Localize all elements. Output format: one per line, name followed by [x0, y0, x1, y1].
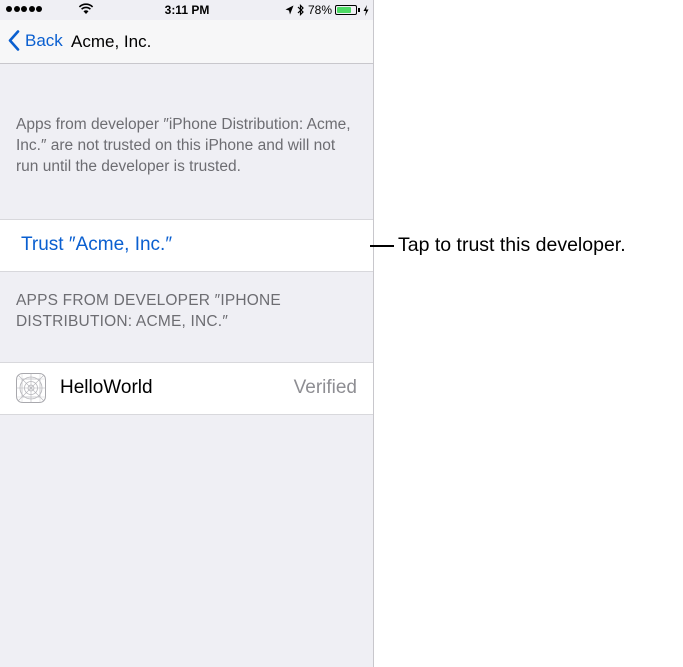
apps-section-header: APPS FROM DEVELOPER ″IPHONE DISTRIBUTION… — [16, 292, 281, 330]
callout-text: Tap to trust this developer. — [398, 234, 626, 256]
page-title: Acme, Inc. — [71, 32, 152, 51]
callout-line — [370, 245, 394, 247]
battery-percent: 78% — [307, 3, 332, 17]
bluetooth-icon — [297, 4, 304, 16]
untrusted-info-text: Apps from developer ″iPhone Distribution… — [16, 116, 351, 175]
back-button[interactable]: Back — [8, 30, 63, 51]
navigation-bar: Back Acme, Inc. — [0, 20, 373, 64]
chevron-left-icon — [8, 30, 20, 51]
list-item[interactable]: HelloWorld Verified — [0, 362, 373, 415]
page: 3:11 PM 78% Back Acme, Inc. Apps from de… — [0, 0, 683, 667]
app-verified-status: Verified — [293, 377, 357, 398]
back-label: Back — [25, 30, 63, 50]
trust-label: Trust ″Acme, Inc.″ — [21, 234, 173, 255]
location-arrow-icon — [285, 5, 294, 15]
battery-tip — [358, 8, 360, 12]
trust-developer-button[interactable]: Trust ″Acme, Inc.″ — [0, 219, 373, 272]
status-right-group: 78% — [285, 3, 369, 17]
battery-icon — [335, 5, 357, 15]
app-name: HelloWorld — [60, 377, 153, 398]
status-bar: 3:11 PM 78% — [0, 0, 373, 20]
charging-bolt-icon — [363, 4, 369, 16]
phone-screen: 3:11 PM 78% Back Acme, Inc. Apps from de… — [0, 0, 374, 667]
app-placeholder-icon — [16, 373, 46, 403]
